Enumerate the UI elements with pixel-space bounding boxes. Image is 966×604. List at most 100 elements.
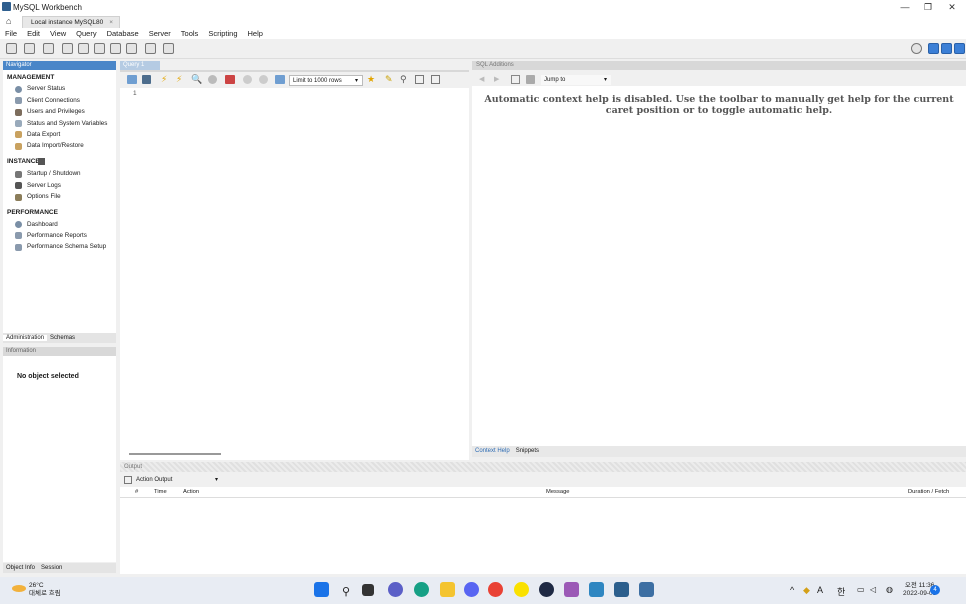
tab-object-info[interactable]: Object Info bbox=[3, 565, 38, 571]
nav-server-logs[interactable]: Server Logs bbox=[27, 182, 61, 189]
reconnect-icon[interactable] bbox=[163, 43, 174, 54]
manual-help-icon[interactable] bbox=[511, 75, 520, 84]
close-button[interactable]: ✕ bbox=[941, 0, 963, 15]
discord-icon[interactable] bbox=[464, 582, 479, 597]
close-tab-icon[interactable]: × bbox=[109, 17, 113, 28]
save-icon[interactable] bbox=[142, 75, 151, 84]
col-number[interactable]: # bbox=[135, 487, 138, 498]
jump-to-select[interactable]: Jump to ▾ bbox=[541, 75, 611, 85]
minimize-button[interactable]: — bbox=[894, 0, 916, 15]
output-copy-icon[interactable] bbox=[124, 476, 132, 484]
menu-view[interactable]: View bbox=[45, 28, 71, 39]
create-schema-icon[interactable] bbox=[62, 43, 73, 54]
edge-icon[interactable] bbox=[414, 582, 429, 597]
mysql-icon[interactable] bbox=[614, 582, 629, 597]
tab-administration[interactable]: Administration bbox=[3, 335, 48, 341]
chat-icon[interactable] bbox=[388, 582, 403, 597]
output-type-select[interactable]: Action Output ▾ bbox=[136, 475, 220, 485]
notification-badge[interactable]: 4 bbox=[930, 585, 940, 595]
add-snippet-icon[interactable]: ★ bbox=[367, 74, 375, 85]
stop-icon[interactable] bbox=[208, 75, 217, 84]
nav-dashboard[interactable]: Dashboard bbox=[27, 221, 58, 228]
create-procedure-icon[interactable] bbox=[110, 43, 121, 54]
nav-client-connections[interactable]: Client Connections bbox=[27, 97, 80, 104]
menu-edit[interactable]: Edit bbox=[22, 28, 45, 39]
editor-scrollbar[interactable] bbox=[129, 453, 221, 455]
search-table-icon[interactable] bbox=[145, 43, 156, 54]
toggle-error-icon[interactable] bbox=[225, 75, 235, 84]
menu-query[interactable]: Query bbox=[71, 28, 101, 39]
new-connection-icon[interactable] bbox=[6, 43, 17, 54]
limit-rows-select[interactable]: Limit to 1000 rows ▾ bbox=[289, 75, 363, 86]
nav-performance-schema-setup[interactable]: Performance Schema Setup bbox=[27, 243, 106, 250]
start-icon[interactable] bbox=[314, 582, 329, 597]
nav-server-status[interactable]: Server Status bbox=[27, 85, 65, 92]
sql-editor[interactable] bbox=[120, 88, 469, 460]
create-function-icon[interactable] bbox=[126, 43, 137, 54]
kakaotalk-icon[interactable] bbox=[514, 582, 529, 597]
app-icon-3[interactable] bbox=[589, 582, 604, 597]
find-icon[interactable]: ⚲ bbox=[400, 74, 407, 85]
col-action[interactable]: Action bbox=[183, 487, 199, 498]
execute-icon[interactable]: ⚡ bbox=[161, 74, 167, 85]
col-duration[interactable]: Duration / Fetch bbox=[908, 487, 949, 498]
nav-status-variables[interactable]: Status and System Variables bbox=[27, 120, 107, 127]
mysql-workbench-taskbar-icon[interactable] bbox=[639, 582, 654, 597]
language-indicator[interactable]: 한 bbox=[837, 585, 845, 598]
app-icon-2[interactable] bbox=[564, 582, 579, 597]
menu-server[interactable]: Server bbox=[144, 28, 176, 39]
query-tab[interactable]: Query 1 bbox=[120, 61, 160, 70]
network-app-icon[interactable]: ◆ bbox=[803, 585, 810, 596]
layout-bottom-icon[interactable] bbox=[941, 43, 952, 54]
commit-icon[interactable] bbox=[243, 75, 252, 84]
file-explorer-icon[interactable] bbox=[440, 582, 455, 597]
open-file-icon[interactable] bbox=[127, 75, 137, 84]
task-view-icon[interactable] bbox=[362, 584, 374, 596]
layout-right-icon[interactable] bbox=[954, 43, 965, 54]
open-sql-icon[interactable] bbox=[24, 43, 35, 54]
wrap-lines-icon[interactable] bbox=[431, 75, 440, 84]
restore-button[interactable]: ❐ bbox=[917, 0, 939, 15]
layout-left-icon[interactable] bbox=[928, 43, 939, 54]
tab-session[interactable]: Session bbox=[38, 565, 65, 571]
tab-schemas[interactable]: Schemas bbox=[47, 335, 78, 341]
nav-startup-shutdown[interactable]: Startup / Shutdown bbox=[27, 170, 81, 177]
menu-scripting[interactable]: Scripting bbox=[203, 28, 242, 39]
home-icon[interactable]: ⌂ bbox=[6, 16, 11, 26]
rollback-icon[interactable] bbox=[259, 75, 268, 84]
menu-database[interactable]: Database bbox=[102, 28, 144, 39]
nav-data-export[interactable]: Data Export bbox=[27, 131, 60, 138]
volume-icon[interactable]: ◁ bbox=[870, 585, 876, 594]
weather-widget[interactable]: 26°C 대체로 흐림 bbox=[29, 582, 61, 598]
nav-performance-reports[interactable]: Performance Reports bbox=[27, 232, 87, 239]
invisible-chars-icon[interactable] bbox=[415, 75, 424, 84]
chevron-up-icon[interactable]: ^ bbox=[790, 585, 794, 595]
forward-icon[interactable]: ▶ bbox=[494, 75, 499, 83]
nav-users-privileges[interactable]: Users and Privileges bbox=[27, 108, 85, 115]
tab-snippets[interactable]: Snippets bbox=[513, 448, 542, 454]
auto-help-icon[interactable] bbox=[526, 75, 535, 84]
autocommit-icon[interactable] bbox=[275, 75, 285, 84]
menu-help[interactable]: Help bbox=[243, 28, 268, 39]
nav-data-import[interactable]: Data Import/Restore bbox=[27, 142, 84, 149]
menu-tools[interactable]: Tools bbox=[176, 28, 204, 39]
tab-context-help[interactable]: Context Help bbox=[472, 448, 513, 454]
back-icon[interactable]: ◀ bbox=[479, 75, 484, 83]
inspector-icon[interactable] bbox=[43, 43, 54, 54]
explain-icon[interactable]: 🔍 bbox=[191, 74, 202, 85]
execute-current-icon[interactable]: ⚡ bbox=[176, 74, 182, 85]
nav-options-file[interactable]: Options File bbox=[27, 193, 61, 200]
col-time[interactable]: Time bbox=[154, 487, 167, 498]
beautify-icon[interactable]: ✎ bbox=[385, 74, 393, 85]
chrome-icon[interactable] bbox=[488, 582, 503, 597]
create-view-icon[interactable] bbox=[94, 43, 105, 54]
search-icon[interactable]: ⚲ bbox=[342, 585, 350, 598]
ime-mode[interactable]: A bbox=[817, 585, 823, 595]
menu-file[interactable]: File bbox=[0, 28, 22, 39]
create-table-icon[interactable] bbox=[78, 43, 89, 54]
connection-tab[interactable]: Local instance MySQL80 × bbox=[22, 16, 120, 28]
settings-icon[interactable] bbox=[911, 43, 922, 54]
display-icon[interactable]: ▭ bbox=[857, 585, 865, 594]
col-message[interactable]: Message bbox=[546, 487, 570, 498]
network-icon[interactable]: ◍ bbox=[886, 585, 893, 594]
